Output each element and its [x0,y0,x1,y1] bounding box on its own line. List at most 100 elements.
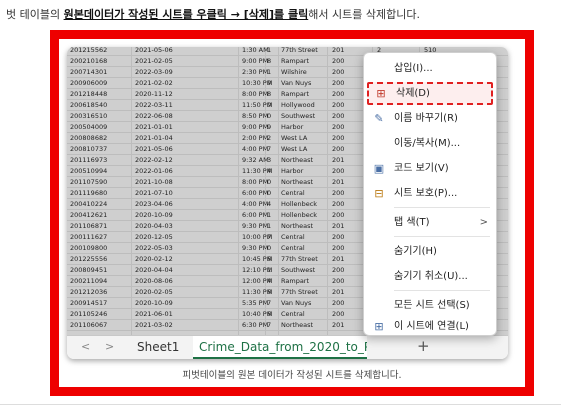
table-cell[interactable]: 201116973 [70,155,107,166]
table-cell[interactable]: Harbor [281,166,303,177]
table-cell[interactable]: Central [281,232,305,243]
menu-item-delete[interactable]: ⊞ 삭제(D) [367,82,493,105]
table-cell[interactable]: 1 [267,210,271,221]
table-cell[interactable]: 2 [267,133,271,144]
tab-sheet1[interactable]: Sheet1 [137,336,179,359]
table-cell[interactable]: 200618540 [70,100,107,111]
table-cell[interactable]: 2022-03-09 [135,67,173,78]
table-cell[interactable]: 201 [332,221,344,232]
table-cell[interactable]: 2020-04-03 [135,221,173,232]
table-cell[interactable]: 200 [332,210,344,221]
table-cell[interactable]: 7 [267,144,271,155]
table-cell[interactable]: 11:30 PM [242,287,272,298]
table-cell[interactable]: 2:00 PM [242,133,268,144]
menu-item-link-sheet[interactable]: ⊞ 이 시트에 연결(L) [364,315,496,338]
table-cell[interactable]: 10:40 PM [242,309,272,320]
table-cell[interactable]: 0 [267,177,271,188]
table-cell[interactable]: 9:32 AM [242,155,269,166]
table-cell[interactable]: 77th Street [281,254,318,265]
table-cell[interactable]: 9 [267,122,271,133]
table-cell[interactable]: 2021-02-02 [135,78,173,89]
table-cell[interactable]: 201212036 [70,287,107,298]
table-cell[interactable]: 200 [332,232,344,243]
table-cell[interactable]: 200410224 [70,199,107,210]
table-cell[interactable]: 4:00 PM [242,144,268,155]
table-cell[interactable]: 201105246 [70,309,107,320]
table-cell[interactable]: 200510994 [70,166,107,177]
table-cell[interactable]: 2020-10-09 [135,210,173,221]
table-cell[interactable]: 6:30 PM [242,320,268,331]
table-cell[interactable]: 200 [332,67,344,78]
menu-item-tab-color[interactable]: 탭 색(T) > [364,211,496,234]
table-cell[interactable]: 2021-07-10 [135,188,173,199]
table-cell[interactable]: 201215562 [70,47,107,56]
table-cell[interactable]: 2021-05-06 [135,47,173,56]
table-cell[interactable]: 201 [332,254,344,265]
table-cell[interactable]: 11:50 PM [242,100,272,111]
table-cell[interactable]: 2020-10-09 [135,298,173,309]
menu-item-unhide[interactable]: 숨기기 취소(U)... [364,265,496,288]
table-cell[interactable]: 200810737 [70,144,107,155]
table-cell[interactable]: 8:00 PM [242,89,268,100]
table-cell[interactable]: 2021-01-04 [135,133,173,144]
table-cell[interactable]: 10:00 PM [242,232,272,243]
table-cell[interactable]: 200809451 [70,265,107,276]
add-sheet-button[interactable]: + [417,337,430,355]
table-cell[interactable]: 7 [267,232,271,243]
table-cell[interactable]: 7 [267,298,271,309]
table-cell[interactable]: 2022-02-12 [135,155,173,166]
table-cell[interactable]: 200 [332,199,344,210]
table-cell[interactable]: 4 [267,199,271,210]
table-cell[interactable]: 4:00 PM [242,199,268,210]
table-cell[interactable]: 6 [267,287,271,298]
table-cell[interactable]: 2020-04-04 [135,265,173,276]
table-cell[interactable]: 200 [332,56,344,67]
menu-item-protect-sheet[interactable]: ⊟ 시트 보호(P)... [364,182,496,205]
table-cell[interactable]: 200 [332,144,344,155]
table-cell[interactable]: 2021-06-01 [135,309,173,320]
table-cell[interactable]: 201218448 [70,89,107,100]
table-cell[interactable]: 200 [332,298,344,309]
table-cell[interactable]: 2:30 PM [242,67,268,78]
table-cell[interactable]: 201 [332,47,344,56]
table-cell[interactable]: Central [281,309,305,320]
table-cell[interactable]: 0 [267,243,271,254]
table-cell[interactable]: 200412621 [70,210,107,221]
table-cell[interactable]: 200 [332,188,344,199]
table-cell[interactable]: 201 [332,155,344,166]
table-cell[interactable]: 201106067 [70,320,107,331]
table-cell[interactable]: 2022-05-03 [135,243,173,254]
table-cell[interactable]: 8:00 PM [242,177,268,188]
table-cell[interactable]: 2022-03-11 [135,100,173,111]
table-cell[interactable]: 7 [267,320,271,331]
table-cell[interactable]: 0 [267,100,271,111]
table-cell[interactable]: 2020-08-06 [135,276,173,287]
table-cell[interactable]: 6 [267,254,271,265]
table-cell[interactable]: 200 [332,243,344,254]
table-cell[interactable]: 201119680 [70,188,107,199]
table-cell[interactable]: 9:30 PM [242,243,268,254]
menu-item-view-code[interactable]: ▣ 코드 보기(V) [364,157,496,180]
table-cell[interactable]: Northeast [281,177,313,188]
table-cell[interactable]: Southwest [281,111,315,122]
table-cell[interactable]: 1 [267,265,271,276]
table-cell[interactable]: 201107590 [70,177,107,188]
table-cell[interactable]: 6:00 PM [242,188,268,199]
table-cell[interactable]: 201 [332,287,344,298]
tab-scroll-right-icon[interactable]: > [105,340,114,353]
table-cell[interactable]: 1:30 AM [242,47,269,56]
table-cell[interactable]: 10:45 PM [242,254,272,265]
table-cell[interactable]: West LA [281,133,307,144]
table-cell[interactable]: 200 [332,276,344,287]
table-cell[interactable]: 200 [332,100,344,111]
table-cell[interactable]: 2020-11-12 [135,89,173,100]
table-cell[interactable]: 2020-02-12 [135,254,173,265]
table-cell[interactable]: 200 [332,265,344,276]
table-cell[interactable]: 12:10 PM [242,265,272,276]
table-cell[interactable]: 201 [332,177,344,188]
table-cell[interactable]: 0 [267,188,271,199]
table-cell[interactable]: 2021-02-05 [135,56,173,67]
table-cell[interactable]: 77th Street [281,47,318,56]
table-cell[interactable]: 12:00 PM [242,276,272,287]
table-cell[interactable]: Central [281,243,305,254]
